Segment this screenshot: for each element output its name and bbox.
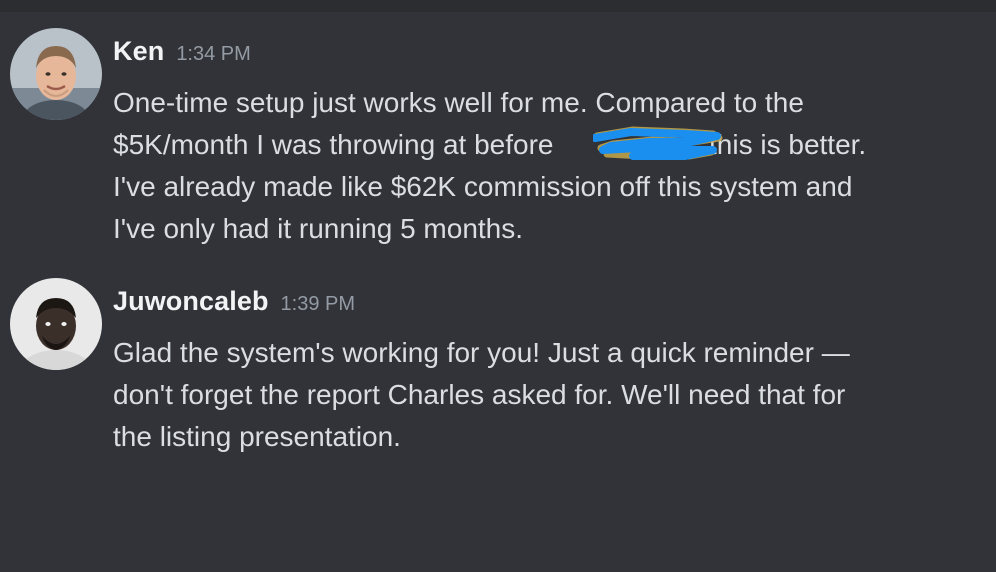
message-line: Glad the system's working for you! Just … [113,337,850,368]
message-header: Juwoncaleb 1:39 PM [113,286,355,317]
message-line: I've already made like $62K commission o… [113,171,853,202]
message-line: I've only had it running 5 months. [113,213,524,244]
message-header: Ken 1:34 PM [113,36,251,67]
user-avatar[interactable] [10,28,102,120]
message-content: One-time setup just works well for me. C… [113,82,983,250]
timestamp[interactable]: 1:39 PM [281,293,355,316]
username[interactable]: Juwoncaleb [113,286,269,317]
message-content: Glad the system's working for you! Just … [113,332,983,458]
channel-top-strip [0,0,996,12]
username[interactable]: Ken [113,36,164,67]
message-line-end: vc this is better. [673,129,867,160]
message-line: don't forget the report Charles asked fo… [113,379,846,410]
message-line: One-time setup just works well for me. C… [113,87,804,118]
avatar-photo-icon [10,278,102,370]
avatar-photo-icon [10,28,102,120]
message-line: the listing presentation. [113,421,401,452]
user-avatar[interactable] [10,278,102,370]
message-line-start: $5K/month I was throwing at before [113,129,562,160]
timestamp[interactable]: 1:34 PM [176,43,250,66]
message-line: $5K/month I was throwing at before vc th… [113,124,983,166]
